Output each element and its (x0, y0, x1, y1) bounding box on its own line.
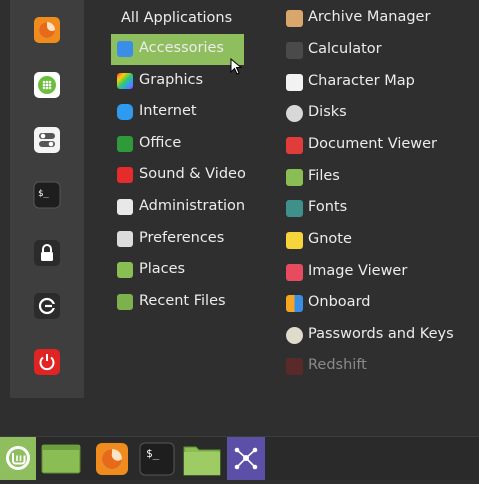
accessories-icon (117, 41, 133, 57)
power-icon (34, 349, 60, 375)
app-document-viewer[interactable]: Document Viewer (281, 131, 471, 161)
app-image-viewer[interactable]: Image Viewer (281, 258, 471, 288)
favorite-terminal[interactable]: $_ (33, 181, 61, 209)
onboard-icon (286, 295, 303, 312)
category-recent-files[interactable]: Recent Files (111, 287, 244, 318)
app-onboard[interactable]: Onboard (281, 289, 471, 319)
lock-icon (34, 240, 60, 266)
app-character-map[interactable]: Character Map (281, 68, 471, 98)
app-archive-manager[interactable]: Archive Manager (281, 4, 471, 34)
app-label: Character Map (308, 73, 415, 89)
logout-icon (34, 293, 60, 319)
software-manager-icon (34, 72, 60, 98)
app-label: Disks (308, 104, 347, 120)
document-viewer-icon (286, 137, 303, 154)
taskbar-network-app[interactable] (227, 437, 265, 480)
favorite-logout[interactable] (33, 292, 61, 320)
disks-icon (286, 105, 303, 122)
office-icon (117, 136, 133, 152)
app-calculator[interactable]: Calculator (281, 36, 471, 66)
preferences-icon (117, 231, 133, 247)
bottom-panel: $_ (0, 436, 479, 480)
gnote-icon (286, 232, 303, 249)
category-label: Graphics (139, 72, 204, 88)
mint-logo-icon (6, 446, 30, 470)
favorite-system-settings[interactable] (33, 126, 61, 154)
app-label: Files (308, 168, 340, 184)
svg-text:$_: $_ (38, 189, 49, 199)
firefox-icon (34, 17, 60, 43)
mouse-pointer-icon (230, 58, 243, 75)
favorite-firefox[interactable] (33, 16, 61, 44)
files-folder-icon (286, 169, 303, 186)
category-graphics[interactable]: Graphics (111, 66, 244, 97)
terminal-prompt-text: $_ (146, 447, 160, 460)
category-places[interactable]: Places (111, 255, 244, 286)
taskbar-firefox[interactable] (92, 437, 132, 480)
favorite-software-manager[interactable] (33, 71, 61, 99)
graphics-icon (117, 73, 133, 89)
app-redshift[interactable]: Redshift (281, 352, 471, 382)
app-label: Gnote (308, 231, 352, 247)
category-administration[interactable]: Administration (111, 192, 246, 223)
recent-files-folder-icon (117, 294, 133, 310)
category-office[interactable]: Office (111, 129, 244, 160)
network-nodes-icon (234, 447, 258, 470)
app-fonts[interactable]: Fonts (281, 194, 471, 224)
passwords-keys-icon (286, 327, 303, 344)
category-label: Preferences (139, 230, 225, 246)
category-internet[interactable]: Internet (111, 97, 244, 128)
category-accessories[interactable]: Accessories (111, 34, 244, 65)
app-label: Archive Manager (308, 9, 431, 25)
menu-button[interactable] (0, 437, 36, 480)
files-folder-icon (183, 446, 221, 476)
image-viewer-icon (286, 264, 303, 281)
app-label: Onboard (308, 294, 371, 310)
administration-icon (117, 199, 133, 215)
category-label: Recent Files (139, 293, 226, 309)
category-label: Administration (139, 198, 246, 214)
app-label: Document Viewer (308, 136, 438, 152)
redshift-icon (286, 358, 303, 375)
favorites-sidebar: $_ (10, 0, 84, 398)
category-label: Places (139, 261, 186, 277)
favorite-shutdown[interactable] (33, 348, 61, 376)
terminal-icon: $_ (33, 181, 61, 209)
category-label: Office (139, 135, 182, 151)
category-all-applications[interactable]: All Applications (121, 10, 232, 26)
category-preferences[interactable]: Preferences (111, 224, 244, 255)
app-label: Calculator (308, 41, 382, 57)
show-desktop-button[interactable] (39, 437, 83, 480)
app-label: Redshift (308, 357, 367, 373)
character-map-icon (286, 74, 303, 91)
category-sound-video[interactable]: Sound & Video (111, 160, 246, 191)
app-label: Fonts (308, 199, 348, 215)
calculator-icon (286, 42, 303, 59)
category-label: Internet (139, 103, 197, 119)
app-passwords-and-keys[interactable]: Passwords and Keys (281, 321, 471, 351)
app-gnote[interactable]: Gnote (281, 226, 471, 256)
fonts-icon (286, 200, 303, 217)
favorite-lock-screen[interactable] (33, 239, 61, 267)
settings-toggle-icon (34, 127, 60, 153)
app-label: Passwords and Keys (308, 326, 454, 342)
category-label: Accessories (139, 40, 224, 56)
firefox-icon (96, 443, 128, 475)
app-files[interactable]: Files (281, 163, 471, 193)
show-desktop-icon (41, 444, 81, 474)
places-folder-icon (117, 262, 133, 278)
internet-cloud-icon (117, 104, 133, 120)
app-disks[interactable]: Disks (281, 99, 471, 129)
archive-manager-icon (286, 10, 303, 27)
taskbar-files[interactable] (181, 437, 223, 480)
app-label: Image Viewer (308, 263, 408, 279)
application-menu: $_ All Applications Accessories Graphics… (0, 0, 479, 436)
taskbar-terminal[interactable]: $_ (137, 437, 177, 480)
sound-video-play-icon (117, 167, 133, 183)
category-label: Sound & Video (139, 166, 246, 182)
